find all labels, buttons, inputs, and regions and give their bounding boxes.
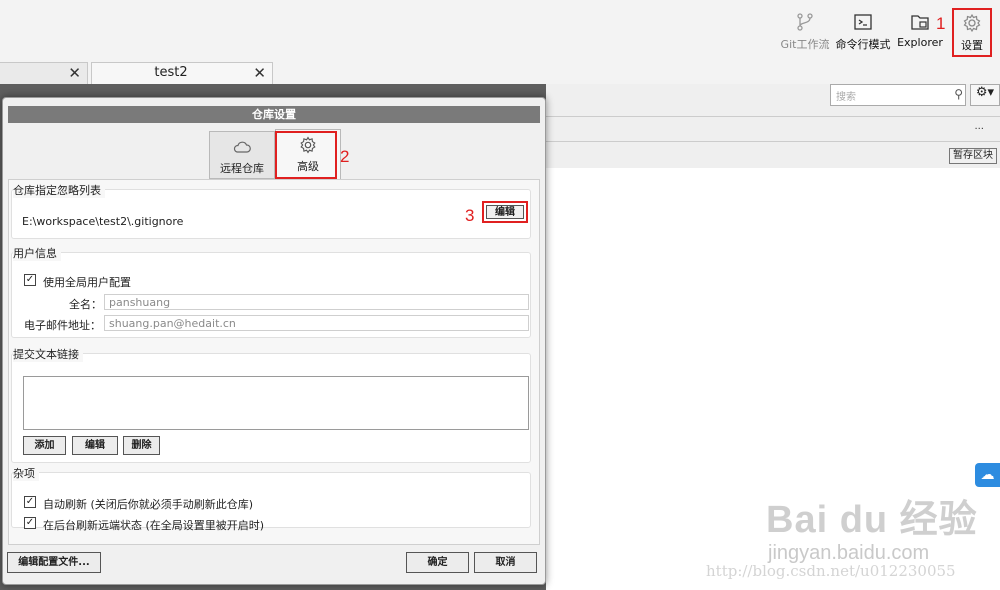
- cancel-button[interactable]: 取消: [474, 552, 537, 573]
- document-tab[interactable]: ✕: [0, 62, 88, 84]
- watermark-url: http://blog.csdn.net/u012230055: [706, 562, 956, 580]
- git-flow-icon: [795, 12, 815, 32]
- group-title: 杂项: [13, 465, 39, 481]
- close-icon[interactable]: ✕: [68, 64, 81, 82]
- annotation-1: 1: [936, 14, 946, 33]
- repository-settings-dialog: 仓库设置 远程仓库 高级 2 仓库指定忽略列表 E:\workspace\tes…: [2, 97, 546, 585]
- group-title: 提交文本链接: [13, 346, 83, 362]
- use-global-user-checkbox[interactable]: ✓: [24, 274, 36, 286]
- group-title: 仓库指定忽略列表: [13, 182, 105, 198]
- explorer-label: Explorer: [897, 36, 943, 49]
- document-tab-test2[interactable]: test2 ✕: [91, 62, 273, 84]
- tab-remote[interactable]: 远程仓库: [209, 131, 275, 179]
- commit-links-list[interactable]: [23, 376, 529, 430]
- auto-refresh-label: 自动刷新 (关闭后你就必须手动刷新此仓库): [43, 498, 254, 511]
- annotation-2: 2: [340, 147, 350, 166]
- fullname-field[interactable]: panshuang: [104, 294, 529, 310]
- fullname-label: 全名：: [69, 298, 102, 311]
- commit-row: ...: [546, 116, 1000, 142]
- group-box: ✓ 使用全局用户配置 全名： panshuang 电子邮件地址： shuang.…: [11, 252, 531, 338]
- group-box: 添加 编辑 删除: [11, 353, 531, 463]
- background-refresh-checkbox[interactable]: ✓: [24, 517, 36, 529]
- email-field[interactable]: shuang.pan@hedait.cn: [104, 315, 529, 331]
- document-tab-strip: ✕ test2 ✕: [0, 62, 1000, 84]
- folder-icon: [910, 12, 930, 32]
- edit-link-button[interactable]: 编辑: [72, 436, 118, 455]
- edit-label: 编辑: [486, 205, 524, 219]
- edit-config-file-button[interactable]: 编辑配置文件...: [7, 552, 101, 573]
- use-global-user-label: 使用全局用户配置: [43, 276, 131, 289]
- settings-button[interactable]: 设置: [952, 8, 992, 57]
- terminal-icon: [853, 12, 873, 32]
- repo-options-button[interactable]: ⚙▾: [970, 84, 1000, 106]
- watermark-logo: Bai du 经验: [766, 499, 978, 541]
- tab-label: test2: [154, 65, 188, 80]
- email-label: 电子邮件地址：: [24, 319, 101, 332]
- auto-refresh-checkbox[interactable]: ✓: [24, 496, 36, 508]
- group-box: ✓ 自动刷新 (关闭后你就必须手动刷新此仓库) ✓ 在后台刷新远端状态 (在全局…: [11, 472, 531, 532]
- tab-label: 远程仓库: [220, 162, 264, 175]
- background-refresh-label: 在后台刷新远端状态 (在全局设置里被开启时): [43, 519, 265, 532]
- cloud-icon: [232, 138, 252, 156]
- tab-advanced[interactable]: 高级: [275, 129, 341, 180]
- gear-icon: [962, 13, 982, 33]
- add-link-button[interactable]: 添加: [23, 436, 66, 455]
- cloud-icon: ☁: [980, 467, 995, 483]
- git-flow-button[interactable]: Git工作流: [778, 10, 832, 56]
- more-icon[interactable]: ...: [974, 121, 984, 132]
- search-placeholder: 搜索: [836, 92, 856, 103]
- search-icon: ⚲: [954, 87, 963, 101]
- settings-label: 设置: [961, 39, 983, 52]
- edit-ignore-button[interactable]: 编辑: [482, 201, 528, 223]
- ignore-file-path: E:\workspace\test2\.gitignore: [22, 215, 184, 228]
- gear-icon: ⚙▾: [975, 85, 995, 100]
- delete-link-button[interactable]: 删除: [123, 436, 160, 455]
- ok-button[interactable]: 确定: [406, 552, 469, 573]
- stash-hunk-button[interactable]: 暂存区块: [949, 148, 997, 164]
- share-side-button[interactable]: ☁: [975, 463, 1000, 487]
- annotation-3: 3: [465, 206, 475, 225]
- search-input[interactable]: 搜索 ⚲: [830, 84, 966, 106]
- terminal-button[interactable]: 命令行模式: [834, 10, 892, 56]
- tab-label: 高级: [297, 160, 319, 173]
- close-icon[interactable]: ✕: [253, 64, 266, 82]
- top-toolbar: Git工作流 命令行模式 Explorer 设置 1: [0, 0, 1000, 62]
- git-flow-label: Git工作流: [780, 38, 830, 51]
- group-title: 用户信息: [13, 245, 61, 261]
- gear-icon: [298, 136, 318, 154]
- terminal-label: 命令行模式: [835, 38, 891, 51]
- dialog-title: 仓库设置: [8, 106, 540, 123]
